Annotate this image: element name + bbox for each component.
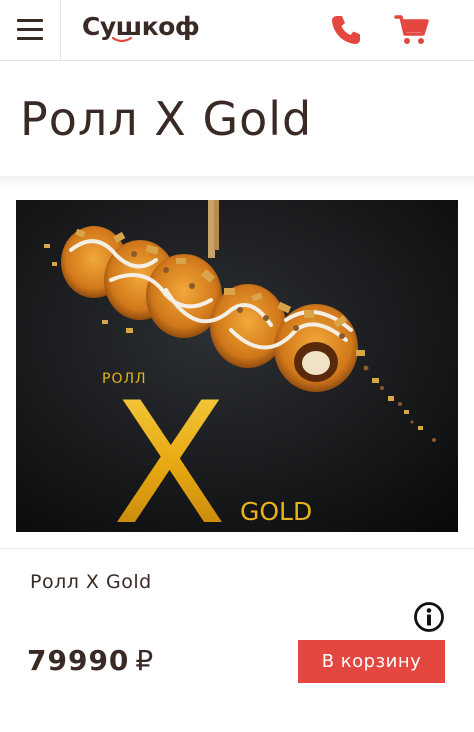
price-value: 79990 (27, 644, 130, 677)
site-logo[interactable]: Сушкоф (82, 12, 200, 41)
card-divider (0, 548, 474, 549)
logo-smile-icon (112, 37, 132, 43)
phone-icon[interactable] (328, 12, 364, 48)
page-title: Ролл X Gold (20, 92, 313, 146)
product-image: РОЛЛ X GOLD (16, 200, 458, 532)
top-header: Сушкоф (0, 0, 474, 61)
hamburger-line (17, 37, 43, 40)
product-price: 79990 ₽ (27, 644, 154, 677)
hamburger-menu-icon (17, 19, 43, 22)
hamburger-line (17, 28, 43, 31)
divider-shadow (0, 176, 474, 190)
image-brand-x: X (112, 366, 227, 532)
add-to-cart-button[interactable]: В корзину (298, 640, 445, 683)
menu-button[interactable] (0, 0, 61, 60)
product-name: Ролл X Gold (30, 571, 152, 593)
info-icon[interactable] (413, 601, 445, 633)
image-brand-gold: GOLD (240, 497, 312, 526)
currency-symbol: ₽ (135, 644, 155, 677)
shopping-cart-icon[interactable] (394, 12, 430, 48)
